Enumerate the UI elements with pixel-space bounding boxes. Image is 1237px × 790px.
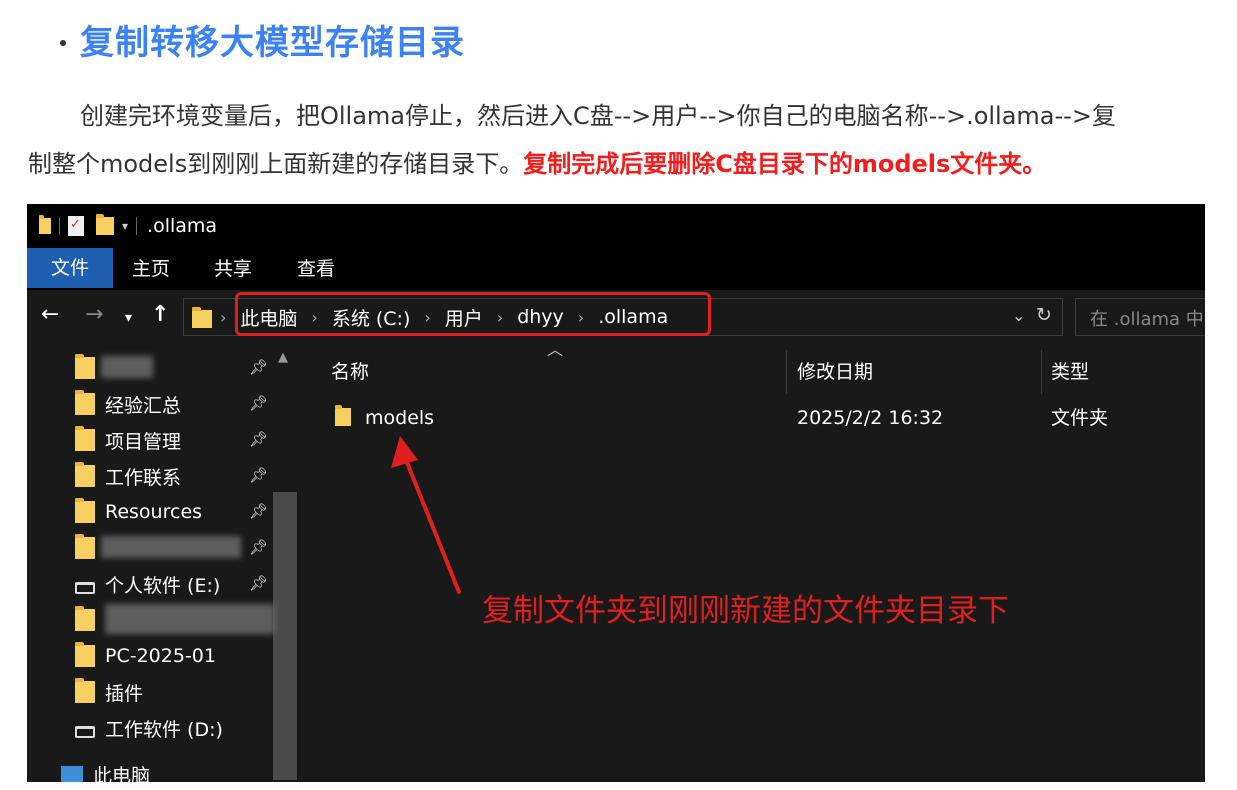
heading-text: 复制转移大模型存储目录 <box>80 22 465 63</box>
bullet-dot <box>60 40 66 46</box>
paragraph-line-2: 制整个models到刚刚上面新建的存储目录下。复制完成后要删除C盘目录下的mod… <box>28 140 1237 188</box>
paragraph-normal-text: 制整个models到刚刚上面新建的存储目录下。 <box>28 150 524 178</box>
annotation-text: 复制文件夹到刚刚新建的文件夹目录下 <box>482 593 1009 629</box>
annotation-arrow <box>391 436 461 594</box>
file-explorer-window: ▾ .ollama 文件 主页 共享 查看 ← → ▾ ↑ › 此电脑 › 系统… <box>27 204 1205 782</box>
section-heading: 复制转移大模型存储目录 <box>60 14 465 64</box>
paragraph-line-1: 创建完环境变量后，把Ollama停止，然后进入C盘-->用户-->你自己的电脑名… <box>80 102 1116 130</box>
paragraph-warning-text: 复制完成后要删除C盘目录下的models文件夹。 <box>523 150 1047 178</box>
